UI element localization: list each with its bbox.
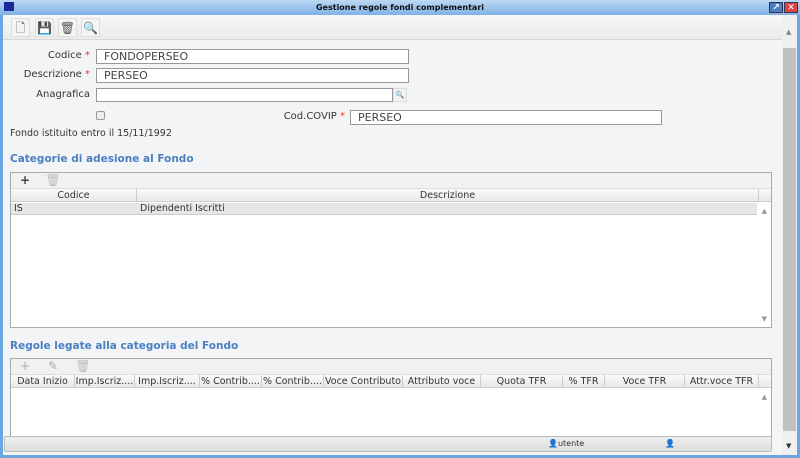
close-button[interactable]: ✕ [784, 2, 798, 13]
codice-input[interactable]: FONDOPERSEO [96, 49, 409, 64]
column-header[interactable]: % TFR [563, 375, 605, 388]
regole-grid-header: Data Inizio Imp.Iscriz.... Imp.Iscriz....%… [11, 375, 771, 388]
trash-icon: 🗑 [59, 21, 76, 35]
regole-title: Regole legate alla categoria del Fondo [10, 340, 239, 352]
column-header[interactable]: Imp.Iscriz.... [135, 375, 200, 388]
scroll-down-icon[interactable]: ▼ [762, 315, 767, 323]
column-header-codice[interactable]: Codice [11, 189, 137, 202]
column-header[interactable]: Quota TFR [481, 375, 563, 388]
edit-button[interactable]: ✎ [41, 359, 65, 374]
delete-button[interactable]: 🗑 [58, 18, 77, 37]
descrizione-label: Descrizione * [5, 68, 90, 82]
table-row[interactable]: IS Dipendenti Iscritti [11, 203, 757, 215]
person-icon: 👤 [665, 439, 675, 448]
anagrafica-label: Anagrafica [36, 89, 90, 100]
column-header[interactable]: Voce TFR [605, 375, 685, 388]
required-mark: * [85, 69, 90, 80]
add-button[interactable]: + [13, 173, 37, 188]
scroll-up-icon[interactable]: ▲ [762, 393, 767, 401]
app-icon [4, 2, 14, 11]
fondo-istituito-checkbox[interactable] [96, 111, 105, 120]
delete-button[interactable]: 🗑 [71, 359, 95, 374]
user-label: utente [557, 439, 585, 448]
column-header-descrizione[interactable]: Descrizione [137, 189, 759, 202]
user-status: 👤utente [548, 439, 584, 448]
codice-label-text: Codice [47, 50, 82, 61]
scrollbar-thumb[interactable] [783, 48, 796, 431]
column-header[interactable]: % Contrib.... [262, 375, 324, 388]
scroll-down-icon[interactable]: ▼ [786, 442, 791, 450]
new-button[interactable]: 🗋 [11, 18, 30, 37]
codice-label: Codice * [5, 49, 90, 63]
status-bar: 👤utente 👤 [4, 436, 772, 452]
pencil-icon: ✎ [47, 359, 59, 373]
regole-grid-toolbar: + ✎ 🗑 [11, 359, 771, 375]
column-header[interactable]: Attr.voce TFR [685, 375, 759, 388]
delete-button[interactable]: 🗑 [41, 173, 65, 188]
search-icon: 🔍 [83, 21, 98, 35]
scroll-up-icon[interactable]: ▲ [786, 28, 791, 36]
plus-icon: + [19, 359, 31, 373]
column-header[interactable]: Attributo voce [403, 375, 481, 388]
categorie-grid: + 🗑 Codice Descrizione IS Dipendenti Isc… [10, 172, 772, 328]
save-icon: 💾 [37, 21, 52, 35]
column-header[interactable]: Voce Contributo [324, 375, 403, 388]
title-bar: Gestione regole fondi complementari ↗ ✕ [0, 0, 800, 15]
categorie-grid-toolbar: + 🗑 [11, 173, 771, 189]
scroll-up-icon[interactable]: ▲ [762, 207, 767, 215]
categorie-title: Categorie di adesione al Fondo [10, 153, 194, 165]
person-icon: 👤 [548, 439, 558, 448]
new-document-icon: 🗋 [15, 21, 26, 35]
search-button[interactable]: 🔍 [81, 18, 100, 37]
add-button[interactable]: + [13, 359, 37, 374]
column-header[interactable]: % Contrib.... [200, 375, 262, 388]
cell-codice: IS [14, 203, 23, 214]
covip-label: Cod.COVIP * [255, 110, 345, 124]
maximize-button[interactable]: ↗ [769, 2, 783, 13]
save-button[interactable]: 💾 [35, 18, 54, 37]
plus-icon: + [19, 173, 31, 187]
trash-icon: 🗑 [45, 173, 61, 187]
descrizione-input[interactable]: PERSEO [96, 68, 409, 83]
column-header[interactable]: Data Inizio [11, 375, 75, 388]
search-icon: 🔍 [395, 91, 405, 99]
required-mark: * [340, 111, 345, 122]
regole-grid: + ✎ 🗑 Data Inizio Imp.Iscriz.... Imp.Iscri… [10, 358, 772, 448]
anagrafica-input[interactable] [96, 88, 393, 102]
toolbar: 🗋 💾 🗑 🔍 [3, 15, 782, 40]
anagrafica-search-button[interactable]: 🔍 [393, 88, 407, 102]
descrizione-label-text: Descrizione [23, 69, 82, 80]
categorie-grid-header: Codice Descrizione [11, 189, 771, 202]
covip-label-text: Cod.COVIP [283, 111, 337, 122]
window-title: Gestione regole fondi complementari [315, 3, 485, 12]
column-header[interactable]: Imp.Iscriz.... [75, 375, 135, 388]
fondo-istituito-label: Fondo istituito entro il 15/11/1992 [10, 128, 172, 139]
trash-icon: 🗑 [75, 359, 91, 373]
vertical-scrollbar[interactable]: ▲ ▼ [782, 15, 797, 455]
required-mark: * [85, 50, 90, 61]
cell-descrizione: Dipendenti Iscritti [140, 203, 225, 214]
covip-input[interactable]: PERSEO [350, 110, 662, 125]
